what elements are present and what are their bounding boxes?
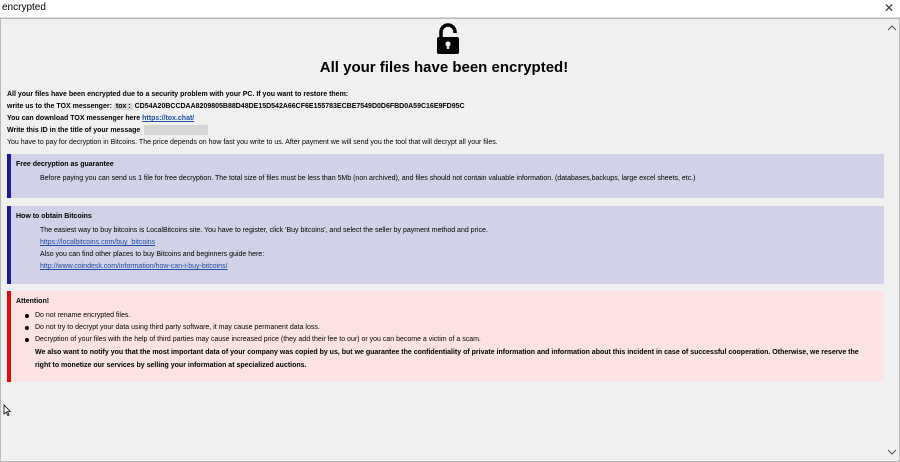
vertical-scrollbar[interactable] bbox=[885, 19, 899, 461]
localbitcoins-link[interactable]: https://localbitcoins.com/buy_bitcoins bbox=[40, 239, 155, 246]
id-line: Write this ID in the title of your messa… bbox=[7, 125, 877, 137]
tox-prefix: write us to the TOX messenger: bbox=[7, 103, 112, 110]
lock-icon bbox=[434, 23, 462, 55]
tox-id: CD54A20BCCDAA8209805B88D48DE15D542A66CF6… bbox=[134, 103, 465, 110]
intro-line-1: All your files have been encrypted due t… bbox=[7, 91, 349, 98]
content-area: All your files have been encrypted! All … bbox=[1, 19, 887, 461]
list-item: Do not rename encrypted files. bbox=[21, 310, 884, 322]
victim-id-field bbox=[144, 125, 209, 136]
attention-panel: Attention! Do not rename encrypted files… bbox=[7, 291, 884, 382]
bitcoins-title: How to obtain Bitcoins bbox=[16, 213, 92, 220]
tox-chat-link[interactable]: https://tox.chat/ bbox=[142, 115, 194, 122]
page-title: All your files have been encrypted! bbox=[319, 59, 569, 76]
coindesk-link[interactable]: http://www.coindesk.com/information/how-… bbox=[40, 263, 228, 270]
bitcoins-text-1: The easiest way to buy bitcoins is Local… bbox=[40, 227, 488, 234]
mouse-cursor-icon bbox=[3, 404, 11, 416]
data-theft-notice: We also want to notify you that the most… bbox=[35, 349, 859, 369]
guarantee-title: Free decryption as guarantee bbox=[16, 161, 114, 168]
close-icon[interactable]: ✕ bbox=[882, 1, 896, 15]
tox-label: tox : bbox=[113, 103, 133, 110]
scroll-up-arrow-icon[interactable] bbox=[887, 23, 897, 33]
ransom-note-window: All your files have been encrypted! All … bbox=[0, 18, 900, 462]
bitcoins-panel: How to obtain Bitcoins The easiest way t… bbox=[7, 206, 884, 284]
attention-title: Attention! bbox=[16, 298, 50, 305]
list-item: Decryption of your files with the help o… bbox=[21, 334, 884, 346]
window-title: encrypted bbox=[2, 2, 46, 13]
guarantee-text: Before paying you can send us 1 file for… bbox=[40, 175, 696, 182]
list-item: Do not try to decrypt your data using th… bbox=[21, 322, 884, 334]
intro-text: All your files have been encrypted due t… bbox=[7, 89, 877, 149]
tox-line: write us to the TOX messenger: tox : CD5… bbox=[7, 101, 877, 113]
scroll-down-arrow-icon[interactable] bbox=[887, 447, 897, 457]
download-line: You can download TOX messenger here http… bbox=[7, 113, 877, 125]
title-bar: encrypted ✕ bbox=[0, 0, 900, 18]
attention-list: Do not rename encrypted files. Do not tr… bbox=[21, 310, 884, 346]
payment-line: You have to pay for decryption in Bitcoi… bbox=[7, 139, 498, 146]
guarantee-panel: Free decryption as guarantee Before payi… bbox=[7, 154, 884, 198]
download-prefix: You can download TOX messenger here bbox=[7, 115, 141, 122]
bitcoins-text-2: Also you can find other places to buy Bi… bbox=[40, 251, 265, 258]
id-instruction: Write this ID in the title of your messa… bbox=[7, 127, 141, 134]
